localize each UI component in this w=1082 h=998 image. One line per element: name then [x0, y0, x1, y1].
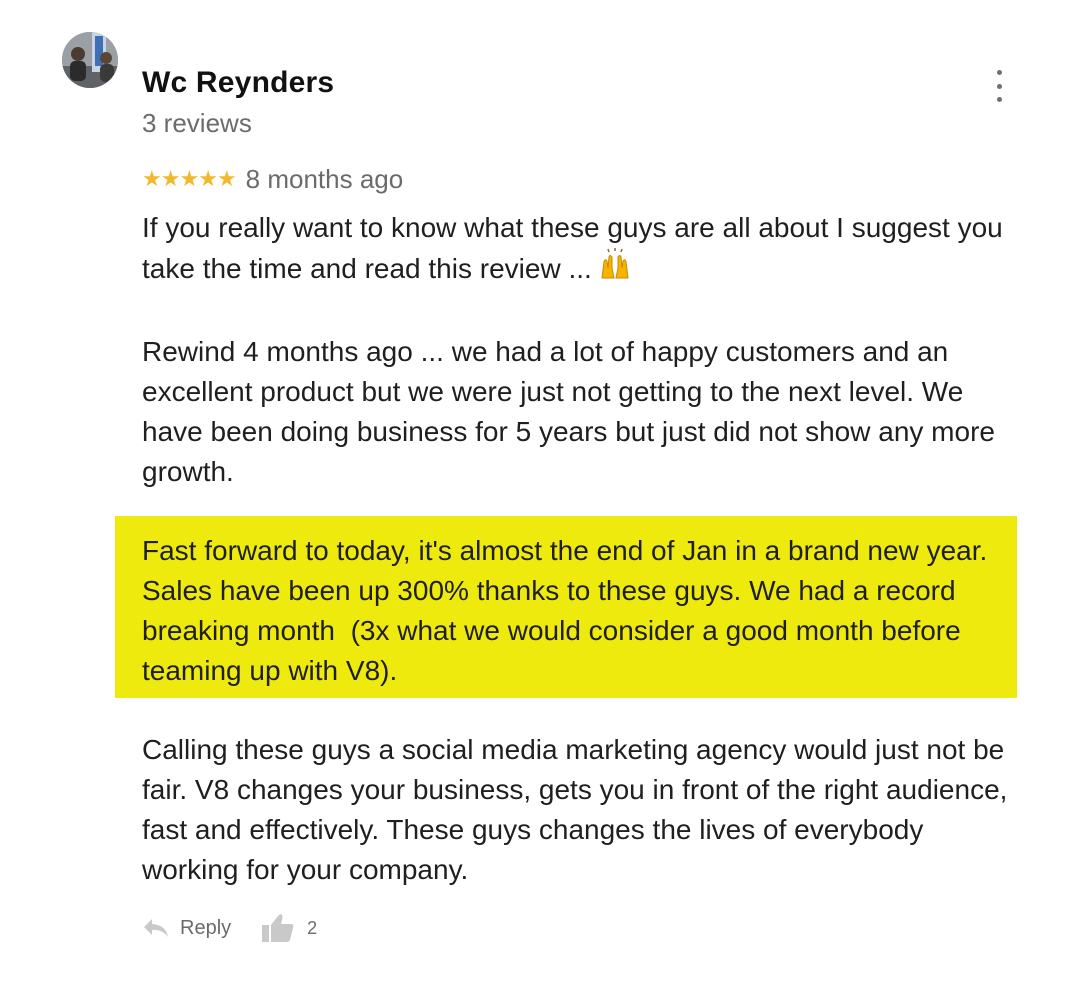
- like-button[interactable]: 2: [261, 912, 317, 944]
- avatar-photo-icon: [62, 32, 118, 88]
- star-icon: ★: [160, 166, 181, 191]
- review-paragraph: If you really want to know what these gu…: [142, 208, 1022, 293]
- star-icon: ★: [216, 166, 237, 191]
- review-card: Wc Reynders 3 reviews ★ ★ ★ ★ ★ 8 months…: [0, 0, 1082, 998]
- raising-hands-emoji-icon: [598, 248, 632, 293]
- thumbs-up-icon: [262, 914, 294, 942]
- review-date: 8 months ago: [245, 163, 404, 194]
- review-paragraph-text: If you really want to know what these gu…: [142, 212, 1011, 284]
- more-vertical-icon: [996, 70, 1002, 75]
- review-paragraph: Calling these guys a social media market…: [142, 734, 1016, 885]
- review-paragraph-highlighted: Fast forward to today, it's almost the e…: [142, 535, 996, 686]
- review-paragraph: Rewind 4 months ago ... we had a lot of …: [142, 336, 1003, 487]
- more-options-button[interactable]: [984, 70, 1014, 102]
- reply-label: Reply: [180, 916, 232, 939]
- rating-row: ★ ★ ★ ★ ★ 8 months ago: [142, 162, 403, 196]
- reviewer-name[interactable]: Wc Reynders: [142, 66, 334, 100]
- like-count: 2: [307, 917, 318, 938]
- star-icon: ★: [198, 166, 218, 191]
- reviewer-avatar[interactable]: [62, 32, 118, 88]
- review-actions: Reply 2: [142, 908, 317, 948]
- more-vertical-icon-dot: [996, 83, 1002, 89]
- reviewer-review-count[interactable]: 3 reviews: [142, 108, 252, 139]
- star-icon: ★: [142, 166, 162, 191]
- reply-button[interactable]: Reply: [142, 917, 231, 940]
- review-text: If you really want to know what these gu…: [142, 208, 1022, 929]
- reply-arrow-icon: [144, 919, 168, 937]
- star-rating: ★ ★ ★ ★ ★: [142, 166, 237, 191]
- star-icon: ★: [179, 166, 200, 191]
- more-vertical-icon-dot: [996, 97, 1002, 102]
